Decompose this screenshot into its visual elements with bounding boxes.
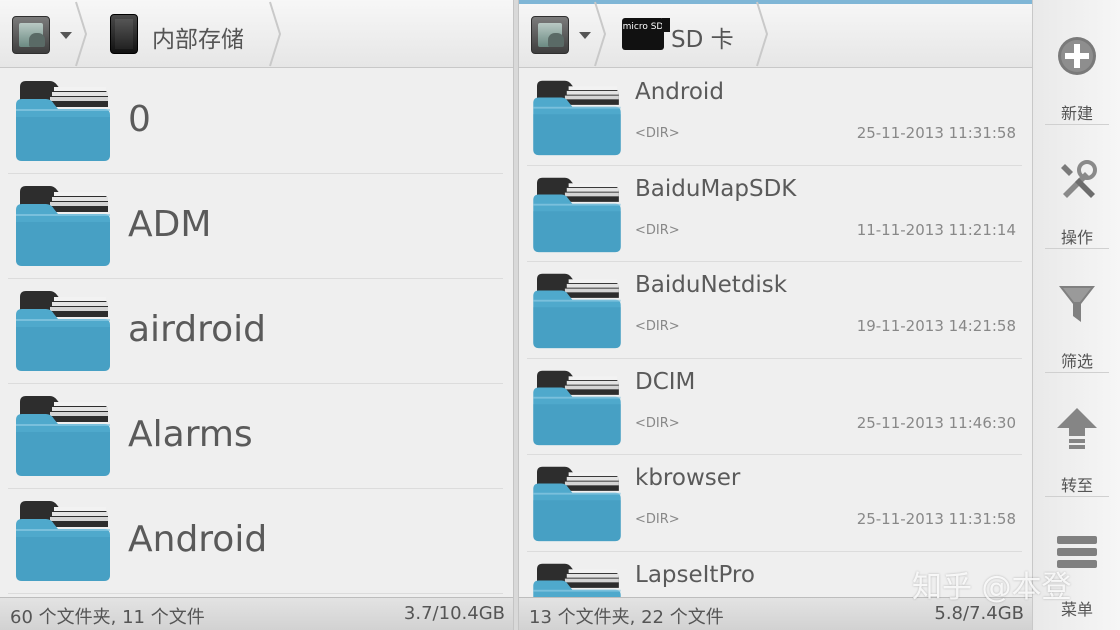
- sidebar-button-tools[interactable]: 操作: [1033, 124, 1120, 249]
- right-storage-usage: 5.8/7.4GB: [934, 603, 1024, 624]
- item-type: <DIR>: [635, 512, 680, 527]
- item-type: <DIR>: [635, 319, 680, 334]
- sidebar-button-funnel[interactable]: 筛选: [1033, 248, 1120, 373]
- list-item[interactable]: ADM: [8, 174, 503, 279]
- folder-name: Alarms: [128, 414, 253, 455]
- list-item[interactable]: Android: [8, 489, 503, 594]
- device-switch-button[interactable]: [531, 16, 569, 54]
- left-status-bar: 60 个文件夹, 11 个文件 3.7/10.4GB: [0, 597, 513, 630]
- sidebar-button-plus-circle[interactable]: 新建: [1033, 0, 1120, 125]
- item-type: <DIR>: [635, 126, 680, 141]
- folder-name: 0: [128, 99, 151, 140]
- folder-name: DCIM: [635, 368, 696, 395]
- list-item[interactable]: 0: [8, 69, 503, 174]
- list-item[interactable]: Android <DIR> 25-11-2013 11:31:58: [527, 69, 1022, 166]
- item-type: <DIR>: [635, 222, 680, 238]
- left-item-count: 60 个文件夹, 11 个文件: [10, 607, 205, 628]
- breadcrumb-separator-icon: [74, 0, 88, 68]
- breadcrumb-separator-icon: [268, 0, 282, 68]
- chevron-down-icon[interactable]: [60, 32, 72, 39]
- right-pane-header: micro SD SD 卡: [519, 0, 1032, 68]
- folder-icon: [14, 497, 112, 583]
- folder-name: LapseItPro: [635, 561, 755, 588]
- left-pane-header: 内部存储: [0, 0, 513, 68]
- item-modified-date: 25-11-2013 11:31:58: [856, 510, 1016, 528]
- watermark: 知乎 @本登: [912, 570, 1072, 605]
- folder-icon: [14, 182, 112, 268]
- sd-card-icon: micro SD: [622, 18, 670, 50]
- chevron-down-icon[interactable]: [579, 32, 591, 39]
- breadcrumb-separator-icon: [593, 0, 607, 68]
- list-item[interactable]: BaiduMapSDK <DIR> 11-11-2013 11:21:14: [527, 166, 1022, 262]
- item-modified-date: 25-11-2013 11:31:58: [856, 124, 1016, 142]
- folder-icon: [14, 77, 112, 163]
- left-file-list[interactable]: 0 ADM airdroid Alarms Android: [0, 69, 513, 597]
- folder-icon: [531, 77, 623, 157]
- item-modified-date: 19-11-2013 14:21:58: [856, 317, 1016, 335]
- item-type: <DIR>: [635, 415, 680, 431]
- item-modified-date: 11-11-2013 11:21:14: [856, 220, 1016, 239]
- left-pane: 内部存储 0 ADM airdroid Alarms Android 60 个文…: [0, 0, 513, 630]
- right-item-count: 13 个文件夹, 22 个文件: [529, 607, 724, 628]
- tablet-storage-icon: [110, 14, 138, 54]
- action-sidebar: 新建 操作 筛选 转至 菜单: [1032, 0, 1120, 630]
- left-storage-usage: 3.7/10.4GB: [403, 603, 505, 624]
- funnel-icon: [1055, 282, 1099, 326]
- item-modified-date: 25-11-2013 11:46:30: [856, 413, 1016, 432]
- folder-icon: [14, 287, 112, 373]
- folder-icon: [531, 174, 623, 254]
- folder-name: Android: [128, 519, 268, 560]
- right-file-list[interactable]: Android <DIR> 25-11-2013 11:31:58 BaiduMap…: [519, 69, 1032, 597]
- folder-icon: [531, 367, 623, 447]
- folder-icon: [14, 392, 112, 478]
- android-icon: [19, 23, 45, 47]
- breadcrumb-internal-storage[interactable]: 内部存储: [152, 20, 244, 54]
- sidebar-button-arrow-up[interactable]: 转至: [1033, 372, 1120, 497]
- folder-name: Android: [635, 79, 724, 105]
- folder-name: BaiduNetdisk: [635, 272, 788, 298]
- device-switch-button[interactable]: [12, 16, 50, 54]
- arrow-up-icon: [1055, 406, 1099, 450]
- list-item[interactable]: airdroid: [8, 279, 503, 384]
- tools-icon: [1055, 158, 1099, 202]
- sidebar-button-label: 新建: [1060, 104, 1093, 123]
- android-icon: [538, 23, 564, 47]
- folder-icon: [531, 560, 623, 597]
- folder-icon: [531, 463, 623, 543]
- folder-name: BaiduMapSDK: [635, 175, 797, 202]
- folder-icon: [531, 270, 623, 350]
- folder-name: ADM: [128, 204, 212, 245]
- right-pane: micro SD SD 卡 Android <DIR> 25-11-2013 11:…: [519, 0, 1032, 630]
- breadcrumb-separator-icon: [755, 0, 769, 68]
- breadcrumb-sd-card[interactable]: SD 卡: [671, 20, 734, 54]
- list-item[interactable]: Alarms: [8, 384, 503, 489]
- folder-name: airdroid: [128, 309, 266, 350]
- plus-circle-icon: [1055, 34, 1099, 78]
- folder-name: kbrowser: [635, 465, 741, 491]
- sidebar-button-label: 筛选: [1060, 352, 1093, 371]
- sidebar-button-label: 转至: [1060, 476, 1093, 495]
- list-item[interactable]: BaiduNetdisk <DIR> 19-11-2013 14:21:58: [527, 262, 1022, 359]
- sidebar-button-label: 操作: [1060, 228, 1093, 247]
- list-item[interactable]: kbrowser <DIR> 25-11-2013 11:31:58: [527, 455, 1022, 552]
- list-item[interactable]: DCIM <DIR> 25-11-2013 11:46:30: [527, 359, 1022, 455]
